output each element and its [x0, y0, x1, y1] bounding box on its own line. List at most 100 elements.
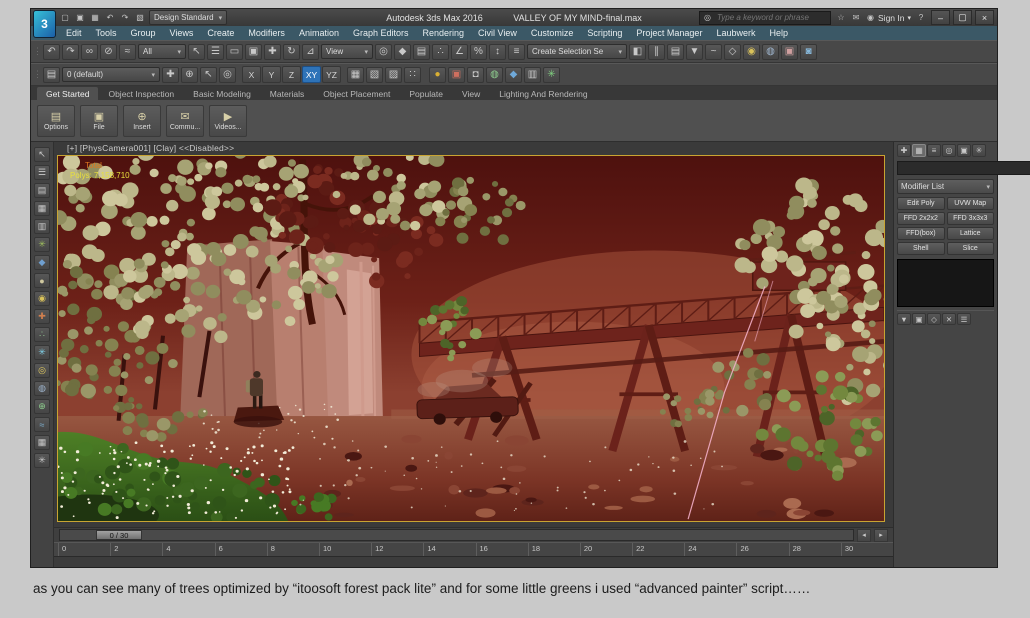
- menu-item[interactable]: Modifiers: [241, 27, 292, 39]
- menu-item[interactable]: Civil View: [471, 27, 524, 39]
- menu-item[interactable]: Laubwerk: [709, 27, 762, 39]
- pin-stack-icon[interactable]: ▼: [897, 313, 911, 325]
- modify-tab-icon[interactable]: ▦: [912, 144, 926, 157]
- project-manager-icon[interactable]: ▥: [524, 67, 541, 83]
- modifier-preset-button[interactable]: FFD 2x2x2: [897, 212, 945, 225]
- utilities-tool-icon[interactable]: ✳: [34, 453, 50, 468]
- render-setup-icon[interactable]: ◍: [762, 44, 779, 60]
- ribbon-tab[interactable]: Materials: [261, 87, 313, 100]
- grid-tool-icon[interactable]: ▦: [34, 435, 50, 450]
- ribbon-tab[interactable]: Populate: [400, 87, 452, 100]
- options-button[interactable]: ▤Options: [37, 105, 75, 137]
- snap-3d-icon[interactable]: ▨: [385, 67, 402, 83]
- 3dsmax-logo-icon[interactable]: 3: [33, 10, 56, 38]
- menu-item[interactable]: Project Manager: [629, 27, 709, 39]
- layer-explorer-icon[interactable]: ▤: [34, 183, 50, 198]
- object-paint-icon[interactable]: ◉: [34, 291, 50, 306]
- ribbon-toggle-icon[interactable]: ▼: [686, 44, 703, 60]
- make-unique-icon[interactable]: ◇: [927, 313, 941, 325]
- render-region-icon[interactable]: ▣: [448, 67, 465, 83]
- mirror-icon[interactable]: ◧: [629, 44, 646, 60]
- percent-snap-icon[interactable]: %: [470, 44, 487, 60]
- modifier-preset-button[interactable]: FFD(box): [897, 227, 945, 240]
- undo-icon[interactable]: ↶: [103, 11, 117, 24]
- selection-filter-dropdown[interactable]: All ▾: [138, 44, 186, 59]
- modifier-preset-button[interactable]: FFD 3x3x3: [947, 212, 995, 225]
- scatter-tool-icon[interactable]: ∴: [34, 327, 50, 342]
- snap-25d-icon[interactable]: ▧: [366, 67, 383, 83]
- menu-item[interactable]: Views: [163, 27, 201, 39]
- ribbon-tab[interactable]: Basic Modeling: [184, 87, 260, 100]
- menu-item[interactable]: Animation: [292, 27, 346, 39]
- next-frame-button[interactable]: ▸: [874, 529, 888, 542]
- videos-button[interactable]: ▶Videos...: [209, 105, 247, 137]
- utilities-tab-icon[interactable]: ✳: [972, 144, 986, 157]
- layer-dropdown[interactable]: 0 (default) ▾: [62, 67, 160, 82]
- spinner-snap-icon[interactable]: ↕: [489, 44, 506, 60]
- advanced-painter-icon[interactable]: ✚: [34, 309, 50, 324]
- menu-item[interactable]: Graph Editors: [346, 27, 416, 39]
- search-input[interactable]: [715, 12, 827, 23]
- communication-center-icon[interactable]: ✉: [849, 11, 863, 24]
- toolbar-grip[interactable]: ⋮: [34, 44, 41, 60]
- select-and-link-icon[interactable]: ∞: [81, 44, 98, 60]
- align-icon[interactable]: ∥: [648, 44, 665, 60]
- new-scene-icon[interactable]: ▢: [58, 11, 72, 24]
- modifier-preset-button[interactable]: Edit Poly: [897, 197, 945, 210]
- hierarchy-tab-icon[interactable]: ≡: [927, 144, 941, 157]
- window-crossing-icon[interactable]: ▣: [245, 44, 262, 60]
- menu-item[interactable]: Rendering: [416, 27, 472, 39]
- modifier-preset-button[interactable]: Slice: [947, 242, 995, 255]
- viewport-scene[interactable]: [58, 156, 884, 521]
- menu-item[interactable]: Tools: [89, 27, 124, 39]
- help-search-box[interactable]: ◎: [699, 11, 831, 25]
- select-and-move-icon[interactable]: ✚: [264, 44, 281, 60]
- snowflake-icon[interactable]: ✳: [34, 345, 50, 360]
- menu-item[interactable]: Edit: [59, 27, 89, 39]
- viewport-label[interactable]: [+] [PhysCamera001] [Clay] <<Disabled>>: [67, 143, 234, 153]
- named-selection-sets-dropdown[interactable]: Create Selection Se ▾: [527, 44, 627, 59]
- insert-button[interactable]: ⊕Insert: [123, 105, 161, 137]
- select-and-scale-icon[interactable]: ⊿: [302, 44, 319, 60]
- time-slider-track[interactable]: 0 / 30: [59, 529, 854, 541]
- rendered-frame-icon[interactable]: ▣: [781, 44, 798, 60]
- axis-constraint-button[interactable]: Z: [282, 66, 301, 83]
- save-file-icon[interactable]: ▦: [88, 11, 102, 24]
- keyboard-override-icon[interactable]: ▤: [413, 44, 430, 60]
- snap-2d-icon[interactable]: ▦: [347, 67, 364, 83]
- show-end-result-icon[interactable]: ▣: [912, 313, 926, 325]
- menu-item[interactable]: Customize: [524, 27, 581, 39]
- gold-material-ball-icon[interactable]: ●: [429, 67, 446, 83]
- timeline-ruler[interactable]: 024681012141618202224262830: [54, 542, 893, 556]
- motion-tab-icon[interactable]: ◎: [942, 144, 956, 157]
- layer-list-icon[interactable]: ▤: [43, 67, 60, 83]
- modifier-stack-list[interactable]: [897, 259, 994, 307]
- railclone-icon[interactable]: ◆: [34, 255, 50, 270]
- axis-constraint-button[interactable]: YZ: [322, 66, 341, 83]
- modifier-list-dropdown[interactable]: Modifier List ▾: [897, 179, 994, 194]
- snaps-toggle-icon[interactable]: ∴: [432, 44, 449, 60]
- select-by-name-icon[interactable]: ☰: [207, 44, 224, 60]
- select-object-icon[interactable]: ↖: [188, 44, 205, 60]
- modifier-preset-button[interactable]: Shell: [897, 242, 945, 255]
- ribbon-tab[interactable]: Object Placement: [314, 87, 399, 100]
- create-tab-icon[interactable]: ✚: [897, 144, 911, 157]
- toolbar-grip[interactable]: ⋮: [34, 67, 41, 83]
- maximize-button[interactable]: ▢: [953, 10, 972, 25]
- rectangular-selection-icon[interactable]: ▭: [226, 44, 243, 60]
- help-icon[interactable]: ?: [914, 11, 928, 24]
- spacewarp-tool-icon[interactable]: ≈: [34, 417, 50, 432]
- forest-pack-icon[interactable]: ✳: [34, 237, 50, 252]
- lighting-analysis-icon[interactable]: ◍: [486, 67, 503, 83]
- grid-points-icon[interactable]: ∷: [404, 67, 421, 83]
- angle-snap-icon[interactable]: ∠: [451, 44, 468, 60]
- previous-frame-button[interactable]: ◂: [857, 529, 871, 542]
- camera-tool-icon[interactable]: ◍: [34, 381, 50, 396]
- communication-button[interactable]: ✉Commu...: [166, 105, 204, 137]
- render-production-icon[interactable]: ◙: [800, 44, 817, 60]
- select-and-rotate-icon[interactable]: ↻: [283, 44, 300, 60]
- configure-modifier-sets-icon[interactable]: ☰: [957, 313, 971, 325]
- time-slider[interactable]: 0 / 30: [96, 530, 142, 540]
- menu-item[interactable]: Scripting: [580, 27, 629, 39]
- helper-tool-icon[interactable]: ⊕: [34, 399, 50, 414]
